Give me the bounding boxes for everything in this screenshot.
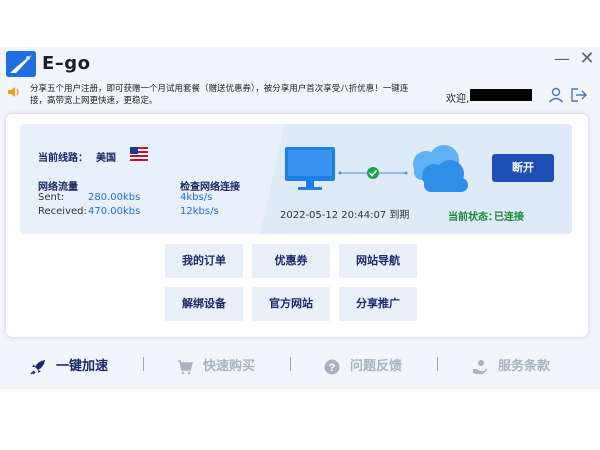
cart-icon <box>177 359 194 375</box>
nav-label: 快速购买 <box>203 359 256 374</box>
nav-label: 服务条款 <box>498 359 551 374</box>
my-orders-button[interactable]: 我的订单 <box>165 244 243 278</box>
logout-icon[interactable] <box>570 87 588 103</box>
expire-time: 2022-05-12 20:44:07 到期 <box>280 210 410 221</box>
rocket-icon <box>30 359 46 375</box>
nav-terms[interactable]: 服务条款 <box>472 355 582 379</box>
promo-notice: 分享五个用户注册，即可获赠一个月试用套餐（赠送优惠券），被分享用户首次享受八折优… <box>30 84 409 106</box>
username-redacted <box>470 89 532 101</box>
svg-text:?: ? <box>329 362 336 374</box>
cloud-icon <box>404 144 474 196</box>
connection-panel: 当前线路： 美国 网络流量 Sent: 280.00kbs Received: … <box>20 124 572 234</box>
welcome-label: 欢迎, <box>446 94 470 105</box>
received-label: Received: <box>38 206 87 217</box>
sent-label: Sent: <box>38 192 65 203</box>
connected-check-icon <box>338 164 408 179</box>
nav-divider <box>290 357 291 371</box>
site-nav-button[interactable]: 网站导航 <box>339 244 417 278</box>
share-promo-button[interactable]: 分享推广 <box>339 287 417 321</box>
nav-divider <box>143 357 144 371</box>
nav-label: 问题反馈 <box>350 359 403 374</box>
nav-one-click-boost[interactable]: 一键加速 <box>30 355 140 379</box>
unbind-device-button[interactable]: 解绑设备 <box>165 287 243 321</box>
speaker-icon <box>7 84 21 98</box>
close-button[interactable]: ✕ <box>577 49 597 69</box>
received-value: 470.00kbs <box>88 206 141 217</box>
app-window: E–go — ✕ 分享五个用户注册，即可获赠一个月试用套餐（赠送优惠券），被分享… <box>0 47 600 389</box>
nav-label: 一键加速 <box>56 359 109 374</box>
service-icon <box>472 359 488 375</box>
disconnect-button[interactable]: 断开 <box>492 154 554 182</box>
us-flag-icon <box>130 146 148 161</box>
nav-divider <box>437 357 438 371</box>
status-value: 已连接 <box>494 212 524 223</box>
user-icon[interactable] <box>548 87 564 103</box>
check-value-1: 4kbs/s <box>180 192 213 203</box>
official-site-button[interactable]: 官方网站 <box>252 287 330 321</box>
app-logo-icon <box>6 51 36 77</box>
app-title: E–go <box>42 53 91 74</box>
check-title: 检查网络连接 <box>180 182 240 193</box>
main-card: 当前线路： 美国 网络流量 Sent: 280.00kbs Received: … <box>6 114 588 337</box>
line-value: 美国 <box>96 153 116 164</box>
nav-quick-buy[interactable]: 快速购买 <box>177 355 287 379</box>
line-label: 当前线路： <box>38 153 88 164</box>
traffic-title: 网络流量 <box>38 182 78 193</box>
sent-value: 280.00kbs <box>88 192 141 203</box>
monitor-icon <box>284 146 336 192</box>
status-label: 当前状态： <box>448 212 498 223</box>
minimize-button[interactable]: — <box>552 49 572 69</box>
check-value-2: 12kbs/s <box>180 206 219 217</box>
nav-feedback[interactable]: ? 问题反馈 <box>324 355 434 379</box>
question-icon: ? <box>324 359 340 375</box>
coupons-button[interactable]: 优惠券 <box>252 244 330 278</box>
